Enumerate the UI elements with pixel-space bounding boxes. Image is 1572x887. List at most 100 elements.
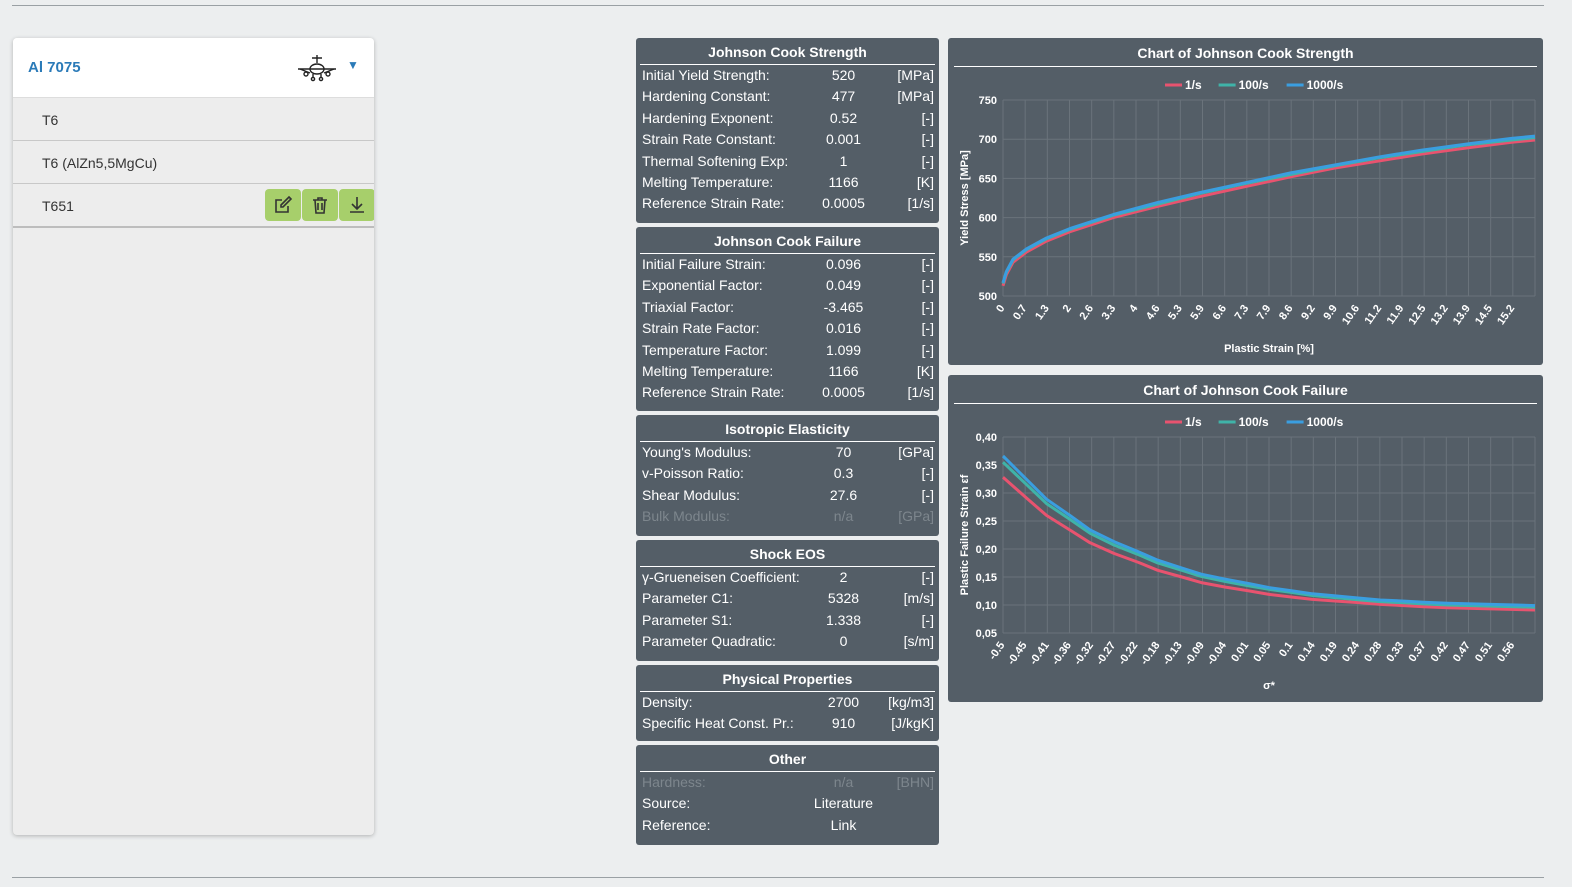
x-tick-label: 5.3: [1166, 303, 1185, 322]
property-label: Hardening Constant:: [642, 88, 771, 105]
x-tick-label: 6.6: [1211, 303, 1230, 322]
x-tick-label: 4.6: [1144, 303, 1163, 322]
property-label: Bulk Modulus:: [642, 508, 730, 525]
material-header[interactable]: Al 7075 ▼: [13, 38, 374, 98]
x-tick-label: -0.27: [1094, 640, 1118, 667]
delete-button[interactable]: [302, 189, 338, 221]
x-axis-label: σ*: [1263, 680, 1276, 692]
property-label: Strain Rate Factor:: [642, 320, 760, 337]
property-unit: [-]: [921, 341, 934, 358]
trash-icon: [313, 197, 327, 214]
property-label: v-Poisson Ratio:: [642, 465, 744, 482]
panel-title: Johnson Cook Strength: [640, 38, 935, 65]
sidebar-item-t6-alzn[interactable]: T6 (AlZn5,5MgCu): [13, 141, 374, 184]
property-label: Hardness:: [642, 774, 706, 790]
property-label: Melting Temperature:: [642, 362, 774, 379]
y-tick-label: 500: [979, 291, 997, 303]
property-row: Reference Strain Rate: 0.0005 [1/s]: [636, 382, 939, 403]
property-unit: [1/s]: [907, 384, 934, 401]
x-tick-label: 0.24: [1340, 639, 1363, 664]
property-value: 0.0005: [822, 195, 865, 212]
sidebar-item-t651[interactable]: T651: [13, 184, 374, 228]
legend-label[interactable]: 100/s: [1239, 415, 1269, 429]
property-unit: [-]: [921, 465, 934, 482]
y-tick-label: 0,40: [976, 432, 997, 444]
property-row: v-Poisson Ratio: 0.3 [-]: [636, 463, 939, 484]
download-button[interactable]: [339, 189, 374, 221]
y-tick-label: 0,05: [976, 628, 997, 640]
y-axis-label: Plastic Failure Strain εf: [959, 474, 971, 595]
x-tick-label: 11.9: [1385, 303, 1407, 327]
property-value: 0.0005: [822, 384, 865, 401]
property-row: Bulk Modulus: n/a [GPa]: [636, 506, 939, 527]
property-row: Hardness: n/a [BHN]: [636, 772, 939, 793]
property-unit: [K]: [916, 173, 934, 190]
property-value: -3.465: [823, 298, 864, 315]
x-tick-label: 0.56: [1495, 640, 1517, 664]
property-row: Thermal Softening Exp: 1 [-]: [636, 151, 939, 172]
property-value: Literature: [813, 795, 874, 812]
property-label: Reference:: [642, 816, 711, 833]
property-label: Triaxial Factor:: [642, 298, 735, 315]
property-row: Young's Modulus: 70 [GPa]: [636, 442, 939, 463]
caret-down-icon[interactable]: ▼: [347, 58, 359, 72]
edit-icon: [275, 195, 293, 213]
property-value: 520: [831, 67, 856, 83]
property-label: Reference Strain Rate:: [642, 195, 785, 212]
panel-title: Physical Properties: [640, 665, 935, 692]
panel-title: Shock EOS: [640, 540, 935, 567]
property-label: γ-Grueneisen Coefficient:: [642, 569, 800, 585]
legend-label[interactable]: 1/s: [1185, 415, 1202, 429]
property-value[interactable]: Link: [811, 817, 876, 833]
x-tick-label: 9.9: [1321, 303, 1340, 322]
legend-label[interactable]: 1000/s: [1307, 415, 1344, 429]
x-tick-label: 0.42: [1429, 640, 1451, 664]
property-row: Hardening Constant: 477 [MPa]: [636, 86, 939, 107]
jc-failure-panel: Johnson Cook Failure Initial Failure Str…: [636, 227, 939, 411]
property-row: Reference: Link: [636, 815, 939, 836]
x-tick-label: -0.09: [1183, 640, 1207, 667]
x-tick-label: 0.37: [1407, 640, 1429, 664]
sidebar-item-t6[interactable]: T6: [13, 98, 374, 141]
y-tick-label: 750: [979, 95, 997, 107]
x-tick-label: 10.6: [1340, 303, 1362, 327]
legend-label[interactable]: 100/s: [1239, 78, 1269, 92]
legend-label[interactable]: 1000/s: [1307, 78, 1344, 92]
property-label: Temperature Factor:: [642, 341, 769, 358]
property-unit: [-]: [921, 277, 934, 294]
property-label: Density:: [642, 694, 693, 710]
legend-label[interactable]: 1/s: [1185, 78, 1202, 92]
sidebar-item-label: T651: [42, 198, 74, 214]
property-label: Specific Heat Const. Pr.:: [642, 715, 794, 732]
property-unit: [m/s]: [903, 590, 934, 607]
material-title: Al 7075: [28, 59, 81, 76]
x-tick-label: 0.1: [1277, 640, 1296, 659]
property-unit: [-]: [921, 569, 934, 585]
property-value: 1166: [828, 362, 859, 379]
airplane-icon: [296, 53, 338, 88]
x-tick-label: 13.2: [1429, 303, 1451, 327]
top-divider: [12, 5, 1544, 6]
elasticity-panel: Isotropic Elasticity Young's Modulus: 70 […: [636, 415, 939, 536]
edit-button[interactable]: [265, 189, 301, 221]
property-unit: [-]: [921, 109, 934, 126]
property-unit: [-]: [921, 131, 934, 148]
property-row: Strain Rate Constant: 0.001 [-]: [636, 129, 939, 150]
property-unit: [MPa]: [897, 67, 934, 83]
x-tick-label: -0.22: [1116, 640, 1140, 667]
property-value: 1: [839, 152, 848, 169]
material-sidebar: Al 7075 ▼ T6 T6 (AlZn5,5MgCu) T651: [13, 38, 374, 835]
x-tick-label: 0.01: [1229, 640, 1251, 664]
x-tick-label: 2: [1061, 303, 1074, 315]
x-tick-label: 0.05: [1251, 640, 1273, 664]
x-tick-label: -0.04: [1205, 639, 1230, 667]
jc-strength-chart: Chart of Johnson Cook Strength 1/s 100/s 1…: [948, 38, 1543, 365]
property-unit: [-]: [921, 611, 934, 628]
property-value: n/a: [833, 508, 854, 525]
x-tick-label: -0.36: [1050, 640, 1074, 667]
jc-failure-plot: 1/s 100/s 1000/s 0,05 0,10 0,15 0,20 0,25 0,30 0,…: [959, 415, 1536, 692]
property-row: Reference Strain Rate: 0.0005 [1/s]: [636, 193, 939, 214]
property-row: Specific Heat Const. Pr.: 910 [J/kgK]: [636, 713, 939, 734]
property-value: 1166: [828, 173, 859, 190]
y-axis-label: Yield Stress [MPa]: [959, 150, 971, 246]
